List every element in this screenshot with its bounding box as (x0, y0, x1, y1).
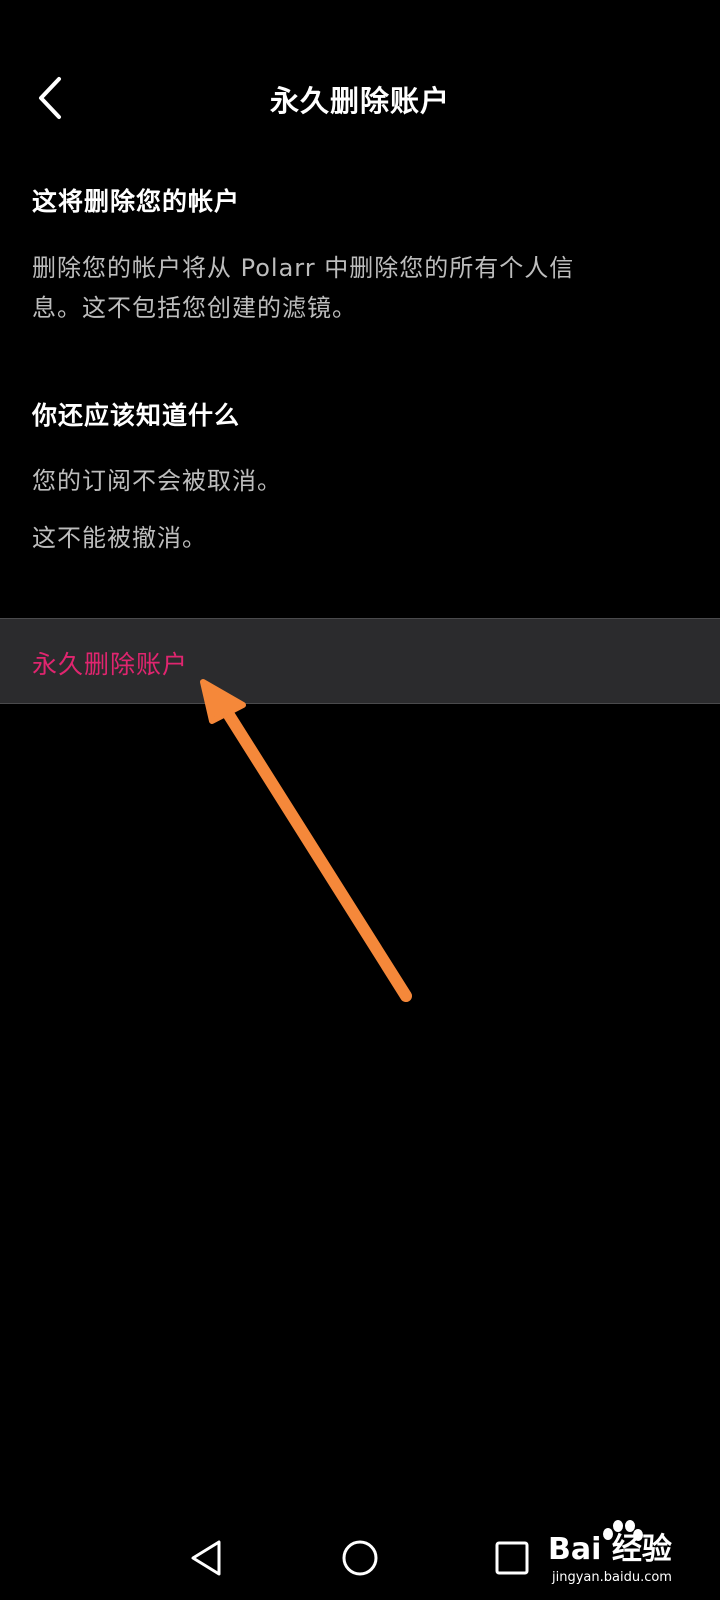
section-title-know: 你还应该知道什么 (32, 401, 241, 430)
triangle-back-icon (191, 1540, 221, 1576)
section-title-delete: 这将删除您的帐户 (32, 187, 241, 216)
annotation-arrow-icon (200, 679, 412, 1002)
circle-home-icon (342, 1540, 378, 1576)
delete-account-button[interactable]: 永久删除账户 (0, 618, 720, 704)
know-line-subscription: 您的订阅不会被取消。 (32, 467, 282, 495)
square-recents-icon (495, 1541, 529, 1575)
know-line-irreversible: 这不能被撤消。 (32, 524, 207, 552)
delete-account-label: 永久删除账户 (32, 650, 189, 679)
delete-description-line1: 删除您的帐户将从 Polarr 中删除您的所有个人信 (32, 254, 575, 282)
nav-back-button[interactable] (176, 1528, 236, 1588)
header: 永久删除账户 (0, 50, 720, 146)
delete-description: 删除您的帐户将从 Polarr 中删除您的所有个人信 息。这不包括您创建的滤镜。 (32, 248, 688, 328)
page-title: 永久删除账户 (269, 84, 450, 118)
delete-description-line2: 息。这不包括您创建的滤镜。 (32, 294, 357, 322)
nav-home-button[interactable] (330, 1528, 390, 1588)
nav-recents-button[interactable] (482, 1528, 542, 1588)
system-nav-bar (0, 1520, 720, 1600)
